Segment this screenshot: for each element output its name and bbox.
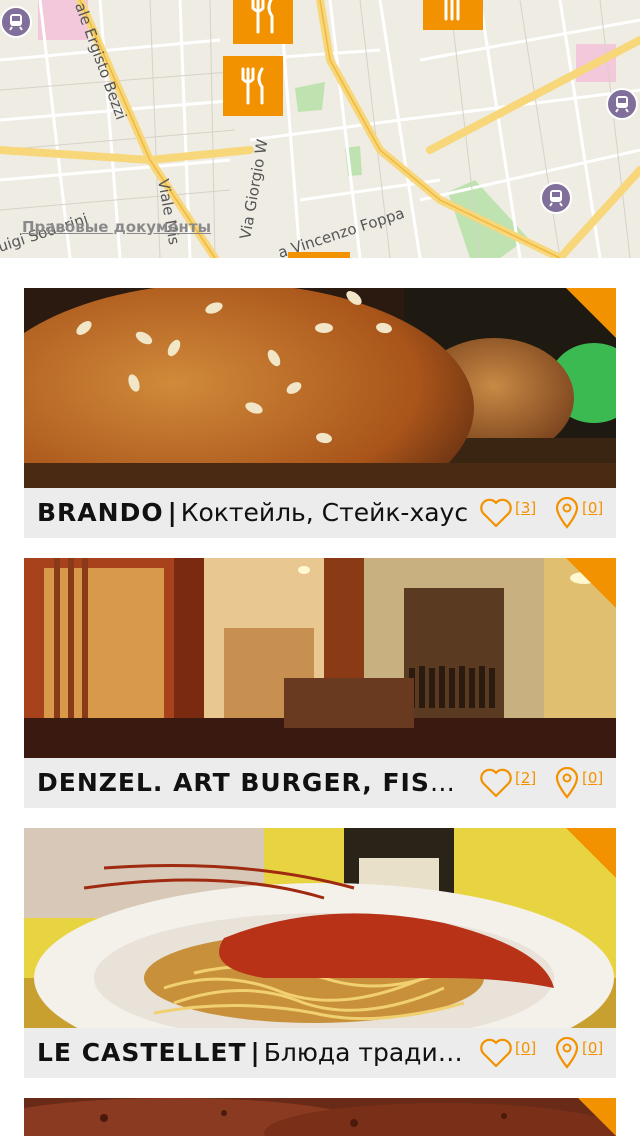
corner-badge: [566, 288, 616, 338]
restaurant-map-pin[interactable]: [223, 56, 283, 116]
map-view[interactable]: ale Ergisto Bezzi Viale Mis Via Giorgio …: [0, 0, 640, 258]
title-separator: |: [250, 1038, 260, 1067]
transit-station-icon[interactable]: [0, 6, 32, 38]
restaurant-title[interactable]: BRANDO | Коктейль, Стейк-хаус: [37, 488, 475, 538]
checkins-button[interactable]: [0]: [554, 1028, 603, 1078]
checkins-button[interactable]: [0]: [554, 758, 603, 808]
cutlery-icon: [241, 67, 264, 105]
favorites-count: [3]: [515, 499, 537, 517]
cutlery-icon: [444, 0, 460, 21]
restaurant-photo: [24, 1098, 616, 1136]
checkins-button[interactable]: [0]: [554, 488, 603, 538]
restaurant-map-pin[interactable]: [423, 0, 483, 30]
card-info-bar: BRANDO | Коктейль, Стейк-хаус [3] [0]: [24, 488, 616, 538]
favorites-count: [0]: [515, 1039, 537, 1057]
corner-badge: [566, 558, 616, 608]
restaurant-photo: [24, 558, 616, 758]
restaurant-name: BRANDO: [37, 498, 164, 527]
map-legal-link[interactable]: Правовые документы: [22, 218, 211, 236]
heart-icon: [480, 768, 512, 798]
checkins-count: [0]: [582, 1039, 604, 1057]
restaurant-title[interactable]: DENZEL. ART BURGER, FISH & WINE: [37, 758, 475, 808]
restaurant-categories: Блюда традиционной кухни: [263, 1038, 475, 1067]
favorites-button[interactable]: [3]: [479, 488, 536, 538]
restaurant-card[interactable]: BRANDO | Коктейль, Стейк-хаус [3] [0]: [24, 288, 616, 538]
card-info-bar: LE CASTELLET|Блюда традиционной кухни [0…: [24, 1028, 616, 1078]
checkins-count: [0]: [582, 769, 604, 787]
restaurant-name: DENZEL. ART BURGER, FISH & WINE: [37, 768, 475, 797]
cutlery-icon: [251, 0, 274, 34]
favorites-button[interactable]: [0]: [479, 1028, 536, 1078]
location-pin-icon: [555, 497, 579, 529]
location-pin-icon: [555, 1037, 579, 1069]
transit-station-icon[interactable]: [540, 182, 572, 214]
heart-icon: [480, 498, 512, 528]
heart-icon: [480, 1038, 512, 1068]
favorites-count: [2]: [515, 769, 537, 787]
restaurant-map-pin[interactable]: [233, 0, 293, 44]
restaurant-photo: [24, 828, 616, 1028]
checkins-count: [0]: [582, 499, 604, 517]
restaurant-card[interactable]: LE CASTELLET|Блюда традиционной кухни [0…: [24, 828, 616, 1078]
restaurant-title[interactable]: LE CASTELLET|Блюда традиционной кухни: [37, 1028, 475, 1078]
transit-station-icon[interactable]: [606, 88, 638, 120]
app-screen: ale Ergisto Bezzi Viale Mis Via Giorgio …: [0, 0, 640, 1136]
location-pin-icon: [555, 767, 579, 799]
corner-badge: [578, 1098, 616, 1136]
card-info-bar: DENZEL. ART BURGER, FISH & WINE [2] [0]: [24, 758, 616, 808]
restaurant-name: LE CASTELLET: [37, 1038, 247, 1067]
restaurant-card[interactable]: [24, 1098, 616, 1136]
restaurant-categories: Коктейль, Стейк-хаус: [180, 498, 469, 527]
favorites-button[interactable]: [2]: [479, 758, 536, 808]
restaurant-photo: [24, 288, 616, 488]
title-separator: |: [167, 498, 177, 527]
restaurant-card[interactable]: DENZEL. ART BURGER, FISH & WINE [2] [0]: [24, 558, 616, 808]
restaurant-map-pin[interactable]: [288, 252, 350, 258]
corner-badge: [566, 828, 616, 878]
